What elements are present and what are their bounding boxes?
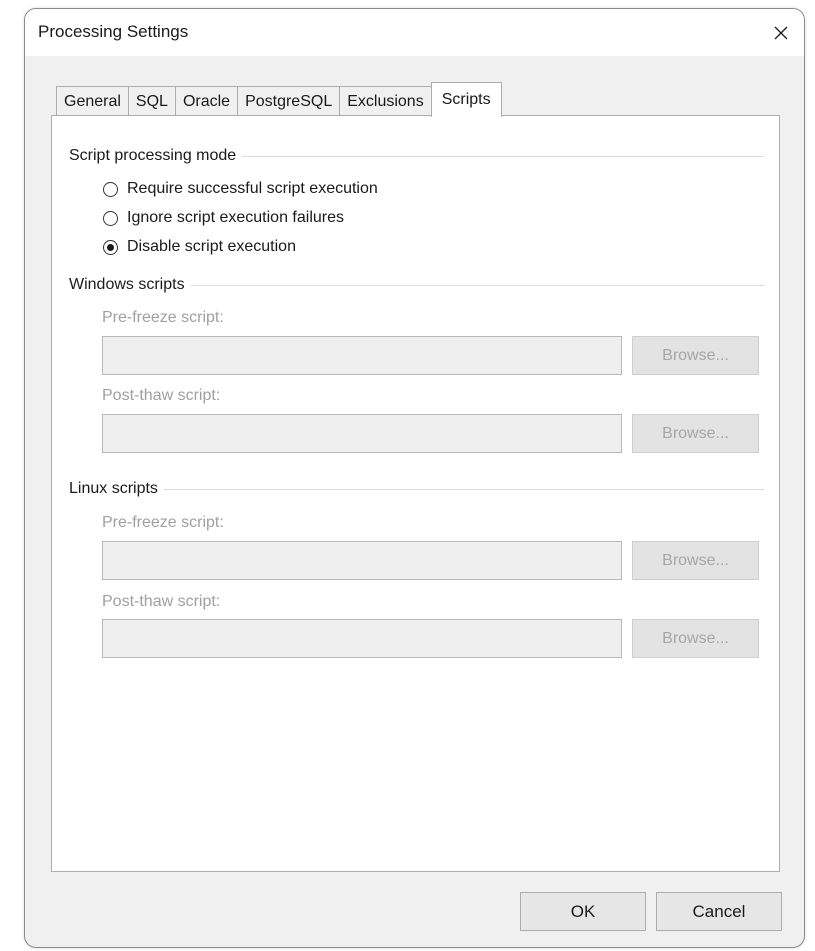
cancel-button[interactable]: Cancel [656,892,782,931]
windows-post-thaw-input[interactable] [102,414,622,453]
tab-postgresql[interactable]: PostgreSQL [237,86,341,116]
processing-settings-dialog: Processing Settings General SQL Oracle P… [24,8,805,948]
windows-pre-freeze-label: Pre-freeze script: [102,309,224,326]
tab-general[interactable]: General [56,86,129,116]
radio-label: Ignore script execution failures [127,209,344,226]
windows-pre-freeze-input[interactable] [102,336,622,375]
radio-button[interactable] [103,181,118,197]
windows-post-thaw-browse-button[interactable]: Browse... [632,414,759,453]
radio-require-successful[interactable]: Require successful script execution [103,180,378,198]
windows-scripts-header: Windows scripts [69,276,185,293]
windows-scripts-group: Windows scripts [69,276,764,294]
linux-scripts-group: Linux scripts [69,480,764,498]
linux-scripts-header: Linux scripts [69,480,158,497]
tab-exclusions[interactable]: Exclusions [339,86,432,116]
radio-ignore-failures[interactable]: Ignore script execution failures [103,209,344,227]
linux-post-thaw-label: Post-thaw script: [102,593,221,610]
ok-button[interactable]: OK [520,892,646,931]
radio-disable-execution[interactable]: Disable script execution [103,238,296,256]
radio-button-selected[interactable] [103,239,118,255]
linux-pre-freeze-input[interactable] [102,541,622,580]
tab-oracle[interactable]: Oracle [174,86,239,116]
group-divider [190,284,764,286]
linux-pre-freeze-label: Pre-freeze script: [102,514,224,531]
tab-scripts[interactable]: Scripts [430,82,502,117]
windows-pre-freeze-browse-button[interactable]: Browse... [632,336,759,375]
title-bar: Processing Settings [25,9,804,56]
linux-post-thaw-input[interactable] [102,619,622,658]
linux-pre-freeze-browse-button[interactable]: Browse... [632,541,759,580]
radio-label: Require successful script execution [127,180,378,197]
close-icon [774,26,788,39]
close-button[interactable] [758,9,804,56]
dialog-title: Processing Settings [38,22,189,41]
linux-post-thaw-browse-button[interactable]: Browse... [632,619,759,658]
radio-label: Disable script execution [127,238,296,255]
tab-strip: General SQL Oracle PostgreSQL Exclusions… [56,82,502,117]
tab-sql[interactable]: SQL [127,86,176,116]
group-divider [163,488,764,490]
script-processing-mode-header: Script processing mode [69,147,237,164]
group-divider [242,155,764,157]
windows-post-thaw-label: Post-thaw script: [102,387,221,404]
radio-button[interactable] [103,210,118,226]
scripts-tab-panel: Script processing mode Require successfu… [51,115,780,872]
script-processing-mode-group: Script processing mode [69,147,764,165]
